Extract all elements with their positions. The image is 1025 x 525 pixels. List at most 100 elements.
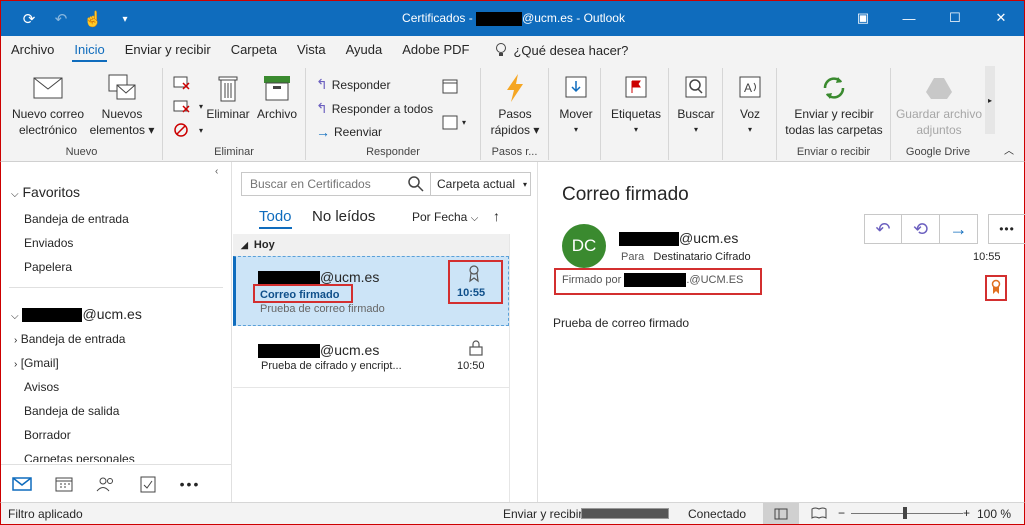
zoom-slider-thumb[interactable] [903, 507, 907, 519]
save-attachments-button[interactable]: Guardar archivo adjuntos [895, 72, 983, 138]
forward-icon: → [316, 124, 330, 140]
reply-button[interactable]: ↰ Responder [316, 76, 390, 93]
favorite-item[interactable]: Bandeja de entrada [24, 212, 254, 226]
sort-direction-icon[interactable]: ↑ [493, 208, 500, 224]
junk-button[interactable]: ▾ [173, 122, 203, 138]
message-sender: @ucm.es [258, 269, 379, 286]
tab-carpeta[interactable]: Carpeta [221, 36, 287, 64]
chevron-down-icon: ⌵ [11, 189, 19, 200]
redacted-sender [258, 344, 320, 359]
tasks-module-icon[interactable] [127, 475, 169, 493]
tab-ayuda[interactable]: Ayuda [336, 36, 393, 64]
reading-pane: Correo firmado DC @ucm.es Para Destinata… [539, 162, 1025, 502]
normal-view-icon[interactable] [763, 503, 799, 524]
new-items-button[interactable]: Nuevos elementos ▾ [87, 72, 157, 138]
zoom-out-button[interactable]: − [838, 506, 845, 520]
lightning-icon [507, 74, 523, 102]
tags-button[interactable]: Etiquetas ▾ [607, 72, 665, 138]
people-module-icon[interactable] [85, 476, 127, 492]
send-receive-all-button[interactable]: Enviar y recibir todas las carpetas [781, 72, 887, 138]
group-etiquetas: Etiquetas ▾ [601, 68, 669, 160]
tell-me[interactable]: ¿Qué desea hacer? [479, 42, 628, 58]
reply-all-icon: ↰ [316, 100, 328, 116]
folder-item-inbox[interactable]: › Bandeja de entrada [14, 332, 244, 346]
find-button[interactable]: Buscar ▾ [673, 72, 719, 138]
calendar-module-icon[interactable] [43, 476, 85, 492]
redacted-signer [624, 273, 687, 287]
tab-inicio[interactable]: Inicio [64, 36, 114, 64]
collapse-ribbon-icon[interactable]: ︿ [1004, 142, 1014, 157]
folder-item-drafts[interactable]: Borrador [24, 428, 254, 442]
sort-dropdown[interactable]: Por Fecha ⌵ [412, 210, 478, 224]
list-item[interactable]: @ucm.es Correo firmado Prueba de correo … [233, 256, 509, 326]
action-buttons: ↶ ⟲ → ••• [864, 214, 1025, 244]
quick-steps-button[interactable]: Pasos rápidos ▾ [485, 72, 545, 138]
favorite-item[interactable]: Enviados [24, 236, 254, 250]
filter-unread-tab[interactable]: No leídos [312, 208, 375, 225]
restore-ribbon-icon[interactable]: ▣ [840, 1, 886, 35]
avatar[interactable]: DC [562, 224, 606, 268]
folder-item-gmail[interactable]: › [Gmail] [14, 356, 244, 370]
zoom-in-button[interactable]: + [963, 506, 970, 520]
folder-item-personal[interactable]: Carpetas personales [24, 452, 254, 462]
tab-enviar-recibir[interactable]: Enviar y recibir [115, 36, 221, 64]
recipient-name[interactable]: Destinatario Cifrado [653, 251, 750, 263]
zoom-slider[interactable] [851, 513, 963, 514]
close-button[interactable]: ✕ [978, 1, 1024, 35]
tab-vista[interactable]: Vista [287, 36, 336, 64]
cleanup-button[interactable]: ▾ [173, 98, 203, 114]
search-input[interactable] [242, 174, 402, 194]
archive-button[interactable]: Archivo [253, 72, 301, 122]
search-scope-dropdown[interactable]: Carpeta actual ▾ [430, 173, 530, 195]
ignore-button[interactable] [173, 74, 191, 90]
delete-button[interactable]: Eliminar [203, 72, 253, 122]
tab-adobe-pdf[interactable]: Adobe PDF [392, 36, 479, 64]
mail-module-icon[interactable] [1, 476, 43, 491]
speech-button[interactable]: A Voz ▾ [729, 72, 771, 138]
folder-item-outbox[interactable]: Bandeja de salida [24, 404, 254, 418]
minimize-button[interactable]: — [886, 1, 932, 35]
maximize-button[interactable]: ☐ [932, 1, 978, 35]
move-button[interactable]: Mover ▾ [555, 72, 597, 138]
reply-all-button[interactable]: ⟲ [902, 214, 940, 244]
envelope-icon [33, 77, 63, 99]
search-icon[interactable] [402, 176, 430, 192]
list-item[interactable]: @ucm.es Prueba de cifrado y encript... 1… [233, 330, 509, 388]
flag-icon [625, 76, 647, 98]
more-modules-icon[interactable]: ••• [169, 476, 211, 492]
folder-item-avisos[interactable]: Avisos [24, 380, 254, 394]
collapse-pane-icon[interactable]: ‹ [215, 166, 218, 177]
reading-view-icon[interactable] [811, 507, 827, 522]
reply-all-button[interactable]: ↰ Responder a todos [316, 100, 433, 117]
account-header[interactable]: ⌵ @ucm.es [11, 306, 241, 323]
meeting-button[interactable] [442, 78, 458, 94]
group-voz: A Voz ▾ [723, 68, 777, 160]
more-respond-button[interactable]: ▾ [442, 114, 466, 130]
group-header-today[interactable]: ◢ Hoy [233, 234, 509, 256]
svg-text:A: A [744, 81, 752, 95]
new-email-button[interactable]: Nuevo correo electrónico [9, 72, 87, 138]
reply-icon: ↰ [316, 76, 328, 92]
sender-address[interactable]: @ucm.es [619, 230, 738, 247]
google-drive-icon [926, 78, 952, 99]
reply-button[interactable]: ↶ [864, 214, 902, 244]
ignore-icon [173, 76, 190, 90]
filter-all-tab[interactable]: Todo [259, 208, 292, 229]
forward-button[interactable]: → Reenviar [316, 124, 382, 140]
signed-by-line[interactable]: Firmado por .@UCM.ES [562, 273, 743, 287]
digital-signature-icon[interactable] [991, 279, 1001, 298]
message-title: Correo firmado [562, 184, 689, 205]
group-eliminar: ▾ ▾ Eliminar Archivo Eliminar [163, 68, 306, 160]
more-actions-button[interactable]: ••• [988, 214, 1025, 244]
forward-button[interactable]: → [940, 214, 978, 244]
favorites-header[interactable]: ⌵ Favoritos [11, 184, 241, 200]
group-buscar: Buscar ▾ [669, 68, 723, 160]
ribbon-scroll-right[interactable]: ▸ [985, 66, 995, 134]
tab-archivo[interactable]: Archivo [1, 36, 64, 64]
zoom-level[interactable]: 100 % [977, 507, 1011, 521]
chevron-down-icon: ⌵ [470, 213, 479, 224]
favorite-item[interactable]: Papelera [24, 260, 254, 274]
group-label-google: Google Drive [905, 146, 971, 158]
message-time: 10:55 [457, 287, 486, 299]
ribbon: Nuevo correo electrónico Nuevos elemento… [0, 64, 1025, 162]
